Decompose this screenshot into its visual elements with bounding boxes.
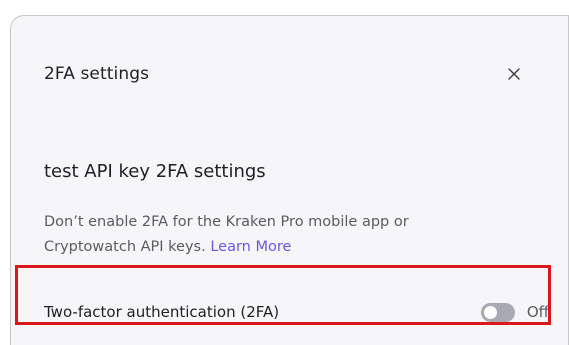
highlight-box (15, 265, 551, 325)
modal-title: 2FA settings (44, 64, 150, 84)
section-title: test API key 2FA settings (44, 161, 266, 182)
description-line-1: Don’t enable 2FA for the Kraken Pro mobi… (44, 214, 409, 230)
section-description: Don’t enable 2FA for the Kraken Pro mobi… (44, 210, 524, 260)
learn-more-link[interactable]: Learn More (210, 239, 291, 255)
close-button[interactable] (499, 59, 529, 89)
description-line-2: Cryptowatch API keys. Learn More (44, 235, 524, 260)
modal-header: 2FA settings (11, 16, 568, 116)
close-icon (508, 68, 520, 80)
screen: 2FA settings test API key 2FA settings D… (0, 0, 569, 345)
description-line-2-text: Cryptowatch API keys. (44, 239, 206, 255)
